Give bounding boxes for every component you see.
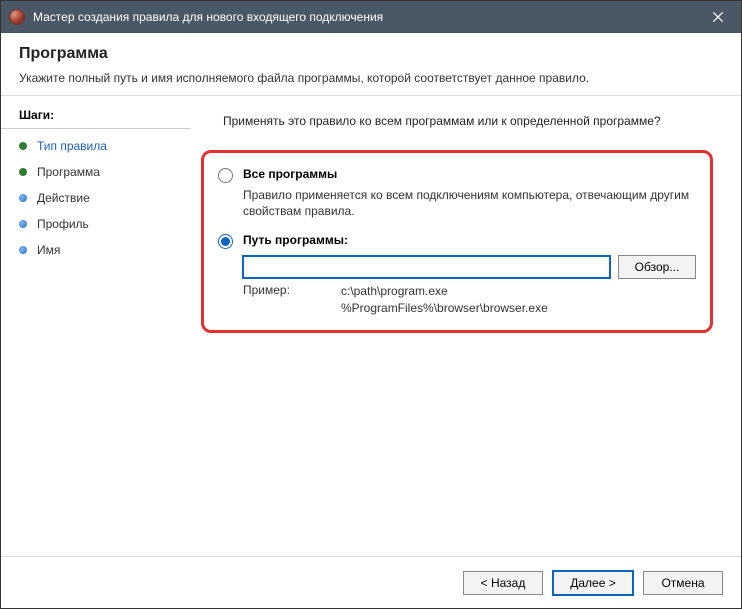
- sidebar-header: Шаги:: [1, 104, 191, 129]
- radio-all-programs[interactable]: Все программы: [218, 167, 696, 183]
- content-question: Применять это правило ко всем программам…: [223, 114, 717, 128]
- bullet-icon: [19, 168, 27, 176]
- step-action[interactable]: Действие: [1, 185, 191, 211]
- wizard-window: Мастер создания правила для нового входя…: [0, 0, 742, 609]
- page-title: Программа: [19, 45, 723, 63]
- step-profile[interactable]: Профиль: [1, 211, 191, 237]
- example-row: Пример: c:\path\program.exe %ProgramFile…: [243, 283, 696, 315]
- step-label: Профиль: [37, 217, 89, 231]
- radio-all-label: Все программы: [243, 167, 337, 181]
- radio-path-input[interactable]: [218, 234, 233, 249]
- step-name[interactable]: Имя: [1, 237, 191, 263]
- step-program[interactable]: Программа: [1, 159, 191, 185]
- example-values: c:\path\program.exe %ProgramFiles%\brows…: [341, 283, 548, 315]
- highlight-box: Все программы Правило применяется ко все…: [201, 150, 713, 333]
- cancel-button[interactable]: Отмена: [643, 571, 723, 595]
- bullet-icon: [19, 142, 27, 150]
- titlebar: Мастер создания правила для нового входя…: [1, 1, 741, 33]
- firewall-icon: [9, 9, 25, 25]
- body: Шаги: Тип правила Программа Действие Про…: [1, 96, 741, 556]
- radio-all-input[interactable]: [218, 168, 233, 183]
- back-button[interactable]: < Назад: [463, 571, 543, 595]
- bullet-icon: [19, 246, 27, 254]
- radio-program-path[interactable]: Путь программы:: [218, 233, 696, 249]
- sidebar: Шаги: Тип правила Программа Действие Про…: [1, 96, 191, 556]
- step-rule-type[interactable]: Тип правила: [1, 133, 191, 159]
- radio-all-desc: Правило применяется ко всем подключениям…: [243, 187, 696, 219]
- footer: < Назад Далее > Отмена: [1, 556, 741, 608]
- header: Программа Укажите полный путь и имя испо…: [1, 33, 741, 96]
- page-subtitle: Укажите полный путь и имя исполняемого ф…: [19, 71, 723, 85]
- content: Применять это правило ко всем программам…: [191, 96, 741, 556]
- program-path-input[interactable]: [243, 256, 610, 278]
- close-button[interactable]: [695, 1, 741, 33]
- path-row: Обзор...: [243, 255, 696, 279]
- bullet-icon: [19, 194, 27, 202]
- example-label: Пример:: [243, 283, 341, 315]
- step-label: Тип правила: [37, 139, 107, 153]
- window-title: Мастер создания правила для нового входя…: [33, 10, 695, 24]
- next-button[interactable]: Далее >: [553, 571, 633, 595]
- step-label: Программа: [37, 165, 100, 179]
- bullet-icon: [19, 220, 27, 228]
- radio-path-label: Путь программы:: [243, 233, 348, 247]
- step-label: Действие: [37, 191, 90, 205]
- close-icon: [713, 12, 723, 22]
- browse-button[interactable]: Обзор...: [618, 255, 696, 279]
- step-label: Имя: [37, 243, 60, 257]
